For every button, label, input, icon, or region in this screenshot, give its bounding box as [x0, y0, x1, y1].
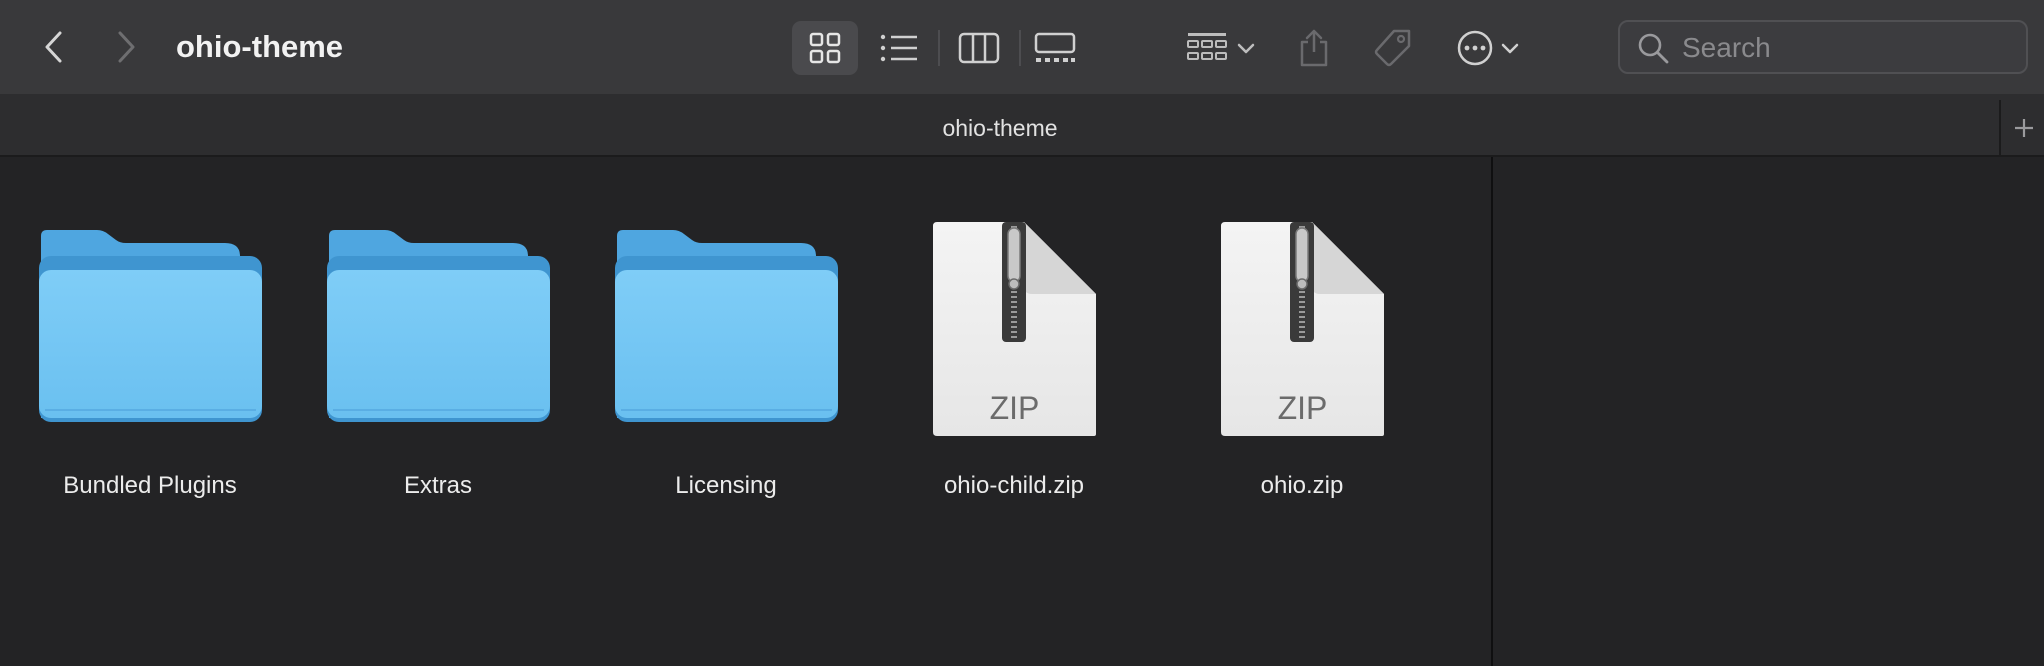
group-by-button[interactable] — [1180, 21, 1262, 75]
file-item-bundled-plugins[interactable]: Bundled Plugins — [15, 222, 285, 512]
search-input[interactable] — [1680, 28, 2014, 68]
gallery-icon — [1034, 32, 1076, 62]
list-view-button[interactable] — [866, 21, 932, 75]
file-name: Licensing — [675, 472, 777, 499]
folder-icon — [327, 230, 550, 422]
file-name: Extras — [403, 472, 472, 499]
file-item-extras[interactable]: Extras — [303, 222, 573, 512]
chevron-left-icon — [45, 31, 62, 63]
search-icon — [1638, 33, 1669, 64]
window-title: ohio-theme — [176, 29, 344, 64]
file-name: Bundled Plugins — [63, 472, 237, 499]
plus-icon — [2014, 119, 2033, 137]
columns-icon — [958, 32, 1000, 64]
toolbar-separator — [938, 30, 940, 66]
group-by-icon — [1187, 33, 1227, 60]
list-icon — [880, 34, 917, 62]
share-icon — [1300, 29, 1328, 67]
tag-icon — [1374, 29, 1411, 67]
chevron-down-icon — [1501, 43, 1519, 54]
share-button[interactable] — [1292, 21, 1336, 75]
toolbar-separator — [1019, 30, 1021, 66]
ellipsis-circle-icon — [1457, 30, 1493, 66]
forward-button[interactable] — [102, 22, 150, 72]
column-view-button[interactable] — [946, 21, 1012, 75]
back-button[interactable] — [30, 22, 78, 72]
file-item-ohio-child-zip[interactable]: ZIP ohio-child.zip — [879, 222, 1149, 512]
folder-icon — [39, 230, 262, 422]
zip-badge: ZIP — [1277, 390, 1328, 426]
new-tab-button[interactable] — [1999, 100, 2044, 156]
file-item-ohio-zip[interactable]: ZIP ohio.zip — [1167, 222, 1437, 512]
folder-icon — [615, 230, 838, 422]
tab-ohio-theme[interactable]: ohio-theme — [0, 94, 2000, 155]
tab-bar: ohio-theme — [0, 94, 2044, 157]
icon-view-button[interactable] — [792, 21, 858, 75]
tag-button[interactable] — [1368, 21, 1418, 75]
chevron-right-icon — [118, 31, 135, 63]
zip-badge: ZIP — [989, 390, 1040, 426]
chevron-down-icon — [1237, 43, 1255, 54]
preview-pane — [1493, 157, 2044, 666]
gallery-view-button[interactable] — [1022, 21, 1088, 75]
file-item-licensing[interactable]: Licensing — [591, 222, 861, 512]
toolbar: ohio-theme — [0, 0, 2044, 94]
file-name: ohio.zip — [1260, 472, 1344, 499]
search-field[interactable] — [1618, 20, 2028, 74]
grid-icon — [809, 32, 841, 64]
file-name: ohio-child.zip — [943, 472, 1085, 499]
more-actions-button[interactable] — [1450, 21, 1526, 75]
